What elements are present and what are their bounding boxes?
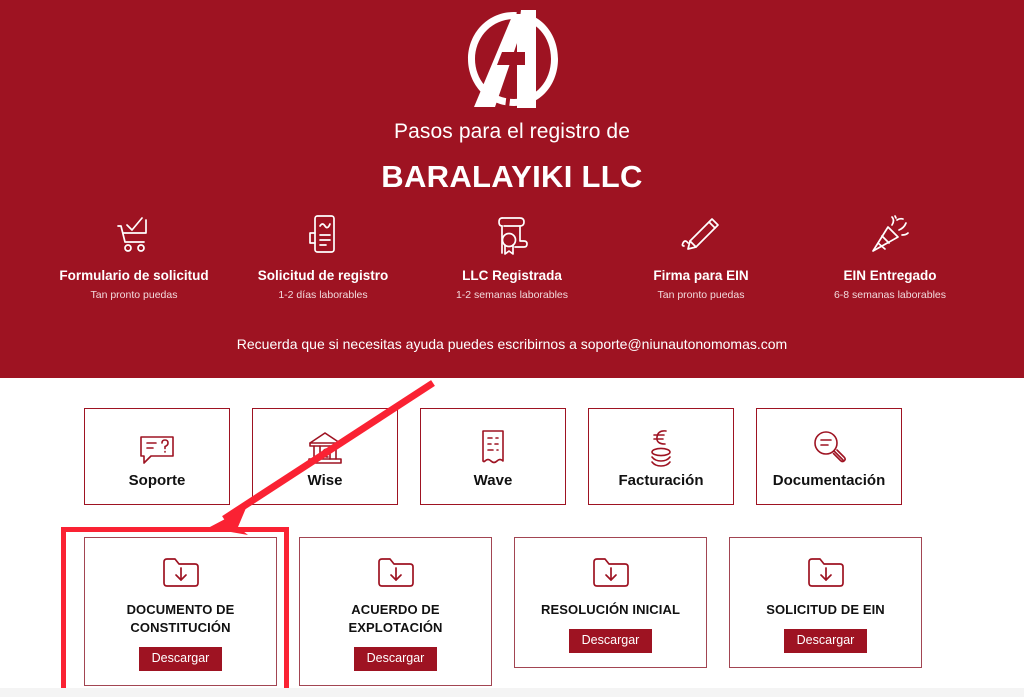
download-button[interactable]: Descargar	[568, 629, 653, 653]
step-item-formulario-de-solicitud: Formulario de solicitud Tan pronto pueda…	[40, 212, 228, 302]
folder-download-icon	[806, 554, 846, 590]
stylized-a-circle-logo-icon	[457, 8, 567, 110]
company-name: BARALAYIKI LLC	[381, 159, 643, 194]
folder-download-icon	[161, 554, 201, 590]
link-card-label: Wise	[307, 471, 343, 489]
download-card-solicitud-de-ein[interactable]: SOLICITUD DE EIN Descargar	[729, 537, 922, 668]
link-card-facturacion[interactable]: Facturación	[588, 408, 734, 505]
step-title: EIN Entregado	[843, 268, 937, 283]
download-card-title: ACUERDO DE EXPLOTACIÓN	[348, 602, 443, 635]
document-chart-icon	[229, 212, 417, 258]
brand-logo	[0, 8, 1024, 110]
page-root: Pasos para el registro de BARALAYIKI LLC…	[0, 0, 1024, 697]
download-button[interactable]: Descargar	[353, 647, 438, 671]
cart-check-icon	[40, 212, 228, 258]
link-card-label: Wave	[473, 471, 513, 489]
step-item-firma-para-ein: Firma para EIN Tan pronto puedas	[607, 212, 795, 302]
support-help-note: Recuerda que si necesitas ayuda puedes e…	[236, 336, 788, 352]
step-title: Formulario de solicitud	[59, 268, 209, 283]
folder-download-icon	[376, 554, 416, 590]
download-card-title: SOLICITUD DE EIN	[766, 602, 885, 617]
certificate-seal-icon	[418, 212, 606, 258]
step-item-ein-entregado: EIN Entregado 6-8 semanas laborables	[796, 212, 984, 302]
receipt-icon	[476, 424, 510, 468]
step-subtitle: Tan pronto puedas	[657, 289, 745, 301]
party-popper-icon	[796, 212, 984, 258]
chat-question-icon	[137, 424, 177, 468]
download-card-resolucion-inicial[interactable]: RESOLUCIÓN INICIAL Descargar	[514, 537, 707, 668]
step-title: LLC Registrada	[462, 268, 562, 283]
link-card-label: Documentación	[772, 471, 886, 489]
link-card-soporte[interactable]: Soporte	[84, 408, 230, 505]
step-subtitle: 1-2 días laborables	[278, 289, 368, 301]
step-item-solicitud-de-registro: Solicitud de registro 1-2 días laborable…	[229, 212, 417, 302]
step-item-llc-registrada: LLC Registrada 1-2 semanas laborables	[418, 212, 606, 302]
download-card-acuerdo-de-explotacion[interactable]: ACUERDO DE EXPLOTACIÓN Descargar	[299, 537, 492, 686]
folder-download-icon	[591, 554, 631, 590]
step-title: Firma para EIN	[653, 268, 749, 283]
quick-links-row: Soporte Wise Wave Facturación Documentac…	[84, 408, 930, 505]
pen-signature-icon	[607, 212, 795, 258]
link-card-wise[interactable]: Wise	[252, 408, 398, 505]
step-title: Solicitud de registro	[257, 268, 389, 283]
download-card-documento-de-constitucion[interactable]: DOCUMENTO DE CONSTITUCIÓN Descargar	[84, 537, 277, 686]
steps-list: Formulario de solicitud Tan pronto pueda…	[40, 212, 984, 302]
download-card-title: DOCUMENTO DE CONSTITUCIÓN	[126, 602, 235, 635]
magnifier-doc-icon	[809, 424, 849, 468]
step-subtitle: 1-2 semanas laborables	[455, 289, 569, 301]
link-card-wave[interactable]: Wave	[420, 408, 566, 505]
step-subtitle: Tan pronto puedas	[90, 289, 178, 301]
download-button[interactable]: Descargar	[138, 647, 223, 671]
download-card-title: RESOLUCIÓN INICIAL	[540, 602, 681, 617]
page-bottom-strip	[0, 688, 1024, 697]
step-subtitle: 6-8 semanas laborables	[833, 289, 947, 301]
documents-row: DOCUMENTO DE CONSTITUCIÓN Descargar ACUE…	[84, 537, 930, 686]
link-card-documentacion[interactable]: Documentación	[756, 408, 902, 505]
download-button[interactable]: Descargar	[783, 629, 868, 653]
link-card-label: Facturación	[618, 471, 704, 489]
euro-coins-icon	[644, 424, 678, 468]
bank-euro-icon	[305, 424, 345, 468]
header-banner: Pasos para el registro de BARALAYIKI LLC…	[0, 0, 1024, 378]
link-card-label: Soporte	[128, 471, 186, 489]
header-subtitle: Pasos para el registro de	[394, 120, 630, 143]
